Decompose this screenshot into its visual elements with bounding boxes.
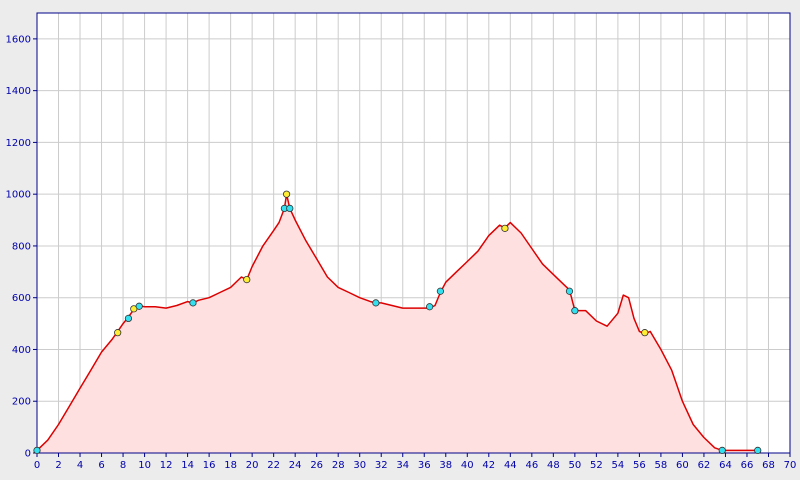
x-tick-label: 4 xyxy=(77,460,83,471)
x-tick-label: 10 xyxy=(138,460,151,471)
x-tick-label: 64 xyxy=(719,460,732,471)
x-tick-label: 40 xyxy=(461,460,474,471)
x-tick-label: 46 xyxy=(525,460,538,471)
x-tick-label: 62 xyxy=(698,460,711,471)
waypoint-marker-cyan xyxy=(372,299,380,307)
waypoint-marker-yellow xyxy=(114,329,122,337)
waypoint-marker-cyan xyxy=(33,446,41,455)
x-tick-label: 42 xyxy=(482,460,495,471)
x-tick-label: 24 xyxy=(289,460,302,471)
y-tick-label: 1600 xyxy=(6,34,31,45)
x-tick-label: 12 xyxy=(160,460,173,471)
x-tick-label: 28 xyxy=(332,460,345,471)
x-tick-label: 52 xyxy=(590,460,603,471)
y-tick-label: 600 xyxy=(12,293,31,304)
elevation-profile-chart: 02004006008001000120014001600 0 2 4 6 8 10 12 1… xyxy=(0,0,800,480)
waypoint-marker-cyan xyxy=(571,307,579,315)
waypoint-marker-yellow xyxy=(501,224,509,232)
y-tick-label: 0 xyxy=(25,449,31,460)
x-tick-label: 38 xyxy=(439,460,452,471)
x-tick-label: 44 xyxy=(504,460,517,471)
waypoint-marker-cyan xyxy=(565,287,574,295)
waypoint-marker-cyan xyxy=(124,314,133,323)
waypoint-marker-yellow xyxy=(243,275,251,284)
x-tick-label: 26 xyxy=(310,460,323,471)
x-tick-label: 34 xyxy=(396,460,409,471)
x-tick-label: 58 xyxy=(655,460,668,471)
x-tick-label: 68 xyxy=(762,460,775,471)
x-tick-label: 20 xyxy=(246,460,259,471)
x-tick-label: 14 xyxy=(181,460,194,471)
y-tick-label: 400 xyxy=(12,345,31,356)
x-tick-label: 18 xyxy=(224,460,237,471)
x-tick-label: 32 xyxy=(375,460,388,471)
waypoint-marker-cyan xyxy=(135,302,143,310)
x-tick-label: 6 xyxy=(98,460,104,471)
y-tick-label: 1400 xyxy=(6,86,31,97)
waypoint-marker-cyan xyxy=(436,287,444,295)
waypoint-marker-yellow xyxy=(641,329,649,337)
x-tick-label: 66 xyxy=(741,460,754,471)
y-tick-label: 200 xyxy=(12,397,31,408)
x-tick-label: 36 xyxy=(418,460,431,471)
y-tick-label: 1200 xyxy=(6,138,31,149)
x-tick-label: 16 xyxy=(203,460,216,471)
x-tick-label: 22 xyxy=(267,460,280,471)
x-tick-label: 30 xyxy=(353,460,366,471)
waypoint-marker-yellow xyxy=(282,190,291,198)
x-tick-label: 50 xyxy=(568,460,581,471)
y-tick-label: 800 xyxy=(12,241,31,252)
waypoint-marker-cyan xyxy=(718,446,726,455)
x-tick-label: 8 xyxy=(120,460,126,471)
waypoint-marker-cyan xyxy=(189,299,197,307)
x-tick-label: 48 xyxy=(547,460,560,471)
x-tick-label: 2 xyxy=(55,460,61,471)
waypoint-marker-cyan xyxy=(426,303,434,311)
x-tick-label: 56 xyxy=(633,460,646,471)
y-tick-label: 1000 xyxy=(6,190,31,201)
waypoint-marker-cyan xyxy=(754,446,762,455)
x-tick-label: 54 xyxy=(612,460,625,471)
x-tick-label: 60 xyxy=(676,460,689,471)
x-tick-label: 0 xyxy=(34,460,40,471)
waypoint-marker-cyan xyxy=(286,204,294,213)
x-tick-label: 70 xyxy=(784,460,797,471)
